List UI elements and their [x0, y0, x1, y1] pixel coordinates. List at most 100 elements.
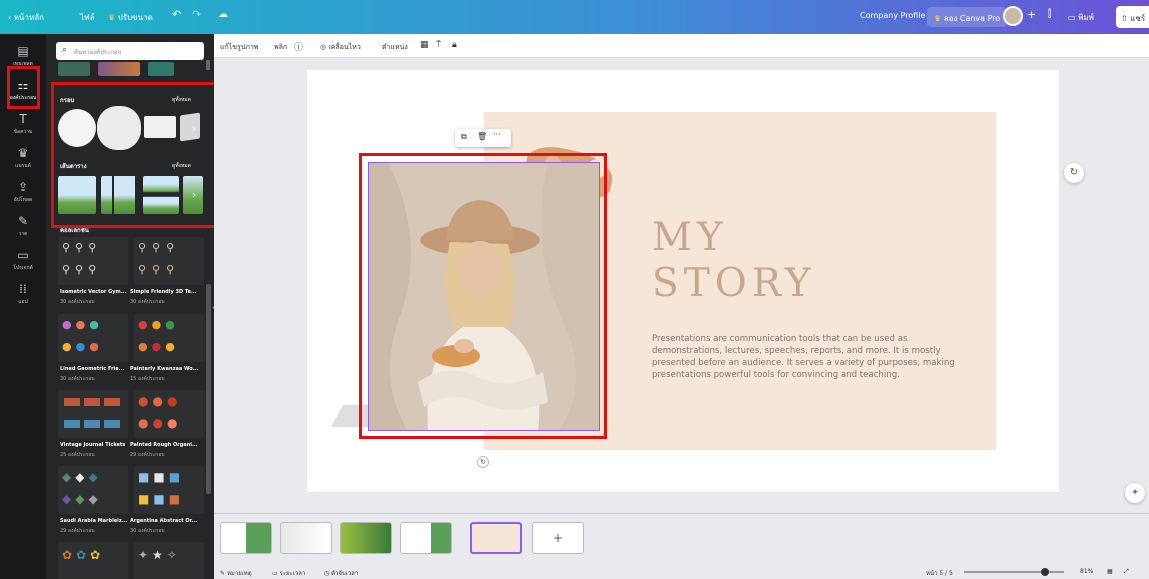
pack-name: Isometric Vector Gym...	[60, 289, 127, 295]
rail-item-3[interactable]: ♛ แบรนด์	[4, 140, 42, 176]
pack-thumb-kwanzaa[interactable]: ●●● ●●●	[134, 314, 204, 362]
template-icon: ▤	[17, 44, 29, 58]
zoom-slider[interactable]	[964, 568, 1064, 576]
pack-thumb-3d[interactable]: ⚲⚲⚲ ⚲⚲⚲	[134, 237, 204, 285]
rail-item-label: อัปโหลด	[13, 197, 33, 203]
pack-thumb-geometric[interactable]: ●●● ●●●	[58, 314, 128, 362]
bottom-bar: + ✎ หมายเหตุ ▭ ระยะเวลา ◷ ตัวจับเวลา หน้…	[214, 513, 1149, 579]
cloud-save-icon[interactable]: ☁	[218, 9, 228, 20]
crown-icon: ♛	[934, 14, 942, 23]
slide-description[interactable]: Presentations are communication tools th…	[652, 333, 957, 381]
pack-count: 30 องค์ประกอบ	[60, 376, 95, 382]
zoom-slider-knob[interactable]	[1041, 568, 1049, 576]
page-thumbnail-2[interactable]	[280, 522, 332, 554]
flip-button[interactable]: พลิก	[274, 42, 287, 53]
rail-item-4[interactable]: ⇪ อัปโหลด	[4, 174, 42, 210]
comment-icon: ▭	[1068, 13, 1076, 22]
timer-icon: ◷	[324, 570, 330, 577]
animate-label: เคลื่อนไหว	[328, 43, 361, 51]
rail-item-label: แบรนด์	[15, 163, 31, 169]
pack-name: Saudi Arabia Marbleiz...	[60, 518, 128, 524]
pack-count: 30 องค์ประกอบ	[130, 299, 165, 305]
rail-item-5[interactable]: ✎ วาด	[4, 208, 42, 244]
back-home-button[interactable]: ‹ หน้าหลัก	[8, 11, 44, 24]
pack-name: Painted Rough Organi...	[130, 442, 198, 448]
floating-toolbar: ⧉ 🗑︎ ···	[455, 129, 511, 147]
slide[interactable]: ⧉ 🗑︎ ··· MY STORY Presentations are comm…	[307, 70, 1059, 492]
pack-thumb-saudi[interactable]: ◆◆◆ ◆◆◆	[58, 466, 128, 514]
page-indicator[interactable]: หน้า 5 / 5	[926, 568, 953, 578]
rail-item-label: แอป	[18, 299, 28, 305]
photo-thumb[interactable]	[148, 62, 174, 76]
pack-thumb[interactable]: ✦★✧	[134, 542, 204, 579]
pack-count: 29 องค์ประกอบ	[130, 452, 165, 458]
undo-icon[interactable]: ↶	[172, 8, 181, 21]
search-placeholder: ค้นหาองค์ประกอบ	[74, 49, 122, 56]
top-bar: ‹ หน้าหลัก ไฟล์ ♛ ปรับขนาด ↶ ↷ ☁ Company…	[0, 0, 1149, 34]
brand-icon: ♛	[17, 146, 29, 160]
fullscreen-icon[interactable]: ⤢	[1124, 568, 1129, 576]
add-page-button[interactable]: +	[532, 522, 584, 554]
more-icon[interactable]: ···	[493, 130, 501, 139]
rail-item-6[interactable]: ▭ โปรเจกต์	[4, 242, 42, 278]
trash-icon[interactable]: 🗑︎	[477, 132, 487, 141]
lock-icon[interactable]: 🔒︎	[452, 40, 457, 50]
highlight-elements-tab	[7, 66, 40, 109]
pack-name: Argentina Abstract Or...	[130, 518, 198, 524]
pack-name: Lined Geometric Frie...	[60, 366, 125, 372]
rail-item-2[interactable]: T ข้อความ	[4, 106, 42, 142]
page-thumbnail-3[interactable]	[340, 522, 392, 554]
file-menu[interactable]: ไฟล์	[80, 11, 95, 24]
pack-name: Simple Friendly 3D Te...	[130, 289, 197, 295]
page-thumbnail-1[interactable]	[220, 522, 272, 554]
photo-thumb[interactable]	[98, 62, 140, 76]
pack-thumb-organic[interactable]: ●●● ●●●	[134, 390, 204, 438]
redo-icon[interactable]: ↷	[192, 8, 201, 21]
rotate-handle-icon[interactable]: ↻	[477, 456, 489, 468]
panel-scrollbar[interactable]	[206, 284, 211, 494]
pack-thumb-gym[interactable]: ⚲⚲⚲ ⚲⚲⚲	[58, 237, 128, 285]
paint-roller-icon[interactable]: ⍑	[436, 40, 441, 50]
apps-icon: ⁞⁞	[19, 282, 27, 296]
context-toolbar: แก้ไขรูปภาพ พลิก ⓘ ◎ เคลื่อนไหว ตำแหน่ง …	[214, 34, 1149, 58]
folder-icon: ▭	[17, 248, 29, 262]
position-button[interactable]: ตำแหน่ง	[382, 42, 408, 53]
page-thumbnail-5[interactable]	[470, 522, 522, 554]
rail-item-7[interactable]: ⁞⁞ แอป	[4, 276, 42, 312]
try-pro-button[interactable]: ♛ ลอง Canva Pro	[927, 7, 1008, 27]
search-input[interactable]: ⌕ ค้นหาองค์ประกอบ	[56, 42, 204, 60]
transparency-icon[interactable]: ▦	[420, 40, 429, 50]
notes-icon: ✎	[220, 570, 226, 577]
duration-button[interactable]: ▭ ระยะเวลา	[272, 568, 305, 578]
photo-thumb[interactable]	[58, 62, 90, 76]
add-member-icon[interactable]: +	[1027, 8, 1036, 21]
document-title[interactable]: Company Profile	[860, 11, 925, 20]
share-icon: ⇧	[1121, 14, 1128, 23]
timer-button[interactable]: ◷ ตัวจับเวลา	[324, 568, 358, 578]
avatar[interactable]	[1003, 6, 1023, 26]
refresh-icon[interactable]: ↻	[1064, 163, 1084, 183]
analytics-icon[interactable]: ⫿	[1048, 9, 1051, 20]
duplicate-icon[interactable]: ⧉	[461, 132, 467, 142]
pack-thumb-argentina[interactable]: ■■■ ■■■	[134, 466, 204, 514]
edit-image-button[interactable]: แก้ไขรูปภาพ	[220, 42, 258, 53]
magic-assistant-icon[interactable]: ✦	[1125, 483, 1145, 503]
pack-count: 30 องค์ประกอบ	[60, 299, 95, 305]
resize-button[interactable]: ♛ ปรับขนาด	[108, 11, 153, 24]
text-icon: T	[19, 112, 27, 126]
pack-thumb[interactable]: ✿✿✿	[58, 542, 128, 579]
notes-button[interactable]: ✎ หมายเหตุ	[220, 568, 252, 578]
page-thumbnail-4[interactable]	[400, 522, 452, 554]
animate-button[interactable]: ◎ เคลื่อนไหว	[320, 42, 361, 53]
slide-title[interactable]: MY STORY	[652, 215, 816, 307]
pack-count: 25 องค์ประกอบ	[60, 452, 95, 458]
share-button[interactable]: ⇧ แชร์	[1116, 6, 1149, 28]
pack-thumb-tickets[interactable]	[58, 390, 128, 438]
panel-scroll-up[interactable]	[206, 60, 210, 70]
home-label: หน้าหลัก	[13, 13, 45, 22]
grid-view-icon[interactable]: ▦	[1107, 568, 1113, 575]
rail-item-label: โปรเจกต์	[13, 265, 33, 271]
print-button[interactable]: ▭ พิมพ์	[1068, 11, 1094, 24]
zoom-level[interactable]: 81%	[1080, 568, 1093, 575]
info-icon[interactable]: ⓘ	[294, 40, 303, 53]
